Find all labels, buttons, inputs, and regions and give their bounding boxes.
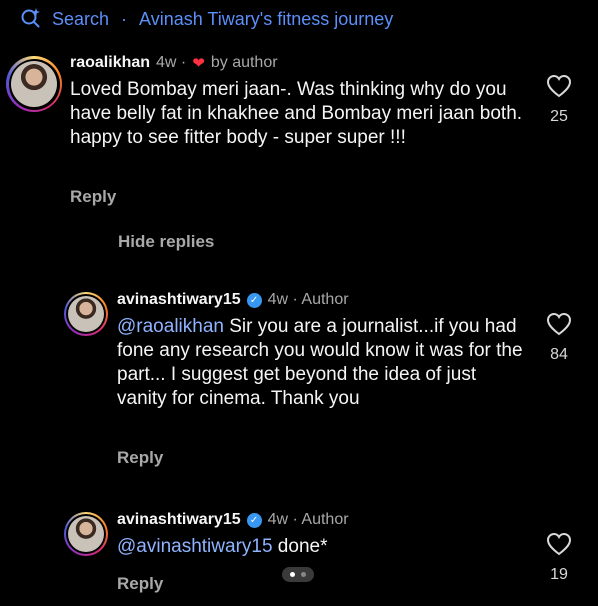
page-dot-icon xyxy=(301,572,306,577)
search-query[interactable]: Avinash Tiwary's fitness journey xyxy=(139,9,393,30)
like-button[interactable]: 19 xyxy=(546,532,572,584)
like-count: 19 xyxy=(550,566,568,583)
avatar-photo xyxy=(68,296,104,332)
comment-text: Loved Bombay meri jaan-. Was thinking wh… xyxy=(70,79,523,148)
search-label: Search xyxy=(52,8,110,29)
reply-comment: avinashtiwary15 ✓ 4w · Author @raoalikha… xyxy=(117,291,527,411)
reply-button[interactable]: Reply xyxy=(117,448,163,468)
avatar[interactable] xyxy=(6,56,62,112)
hide-replies-button[interactable]: Hide replies xyxy=(118,232,214,252)
page-dot-active-icon xyxy=(290,572,295,577)
avatar-photo xyxy=(11,61,57,107)
mention-link[interactable]: @raoalikhan xyxy=(117,316,224,337)
like-button[interactable]: 25 xyxy=(546,74,572,126)
liked-by-author-heart-icon: ❤ xyxy=(192,55,205,72)
heart-outline-icon xyxy=(546,312,572,336)
comment-time: 4w · xyxy=(156,54,187,71)
mention-link[interactable]: @avinashtiwary15 xyxy=(117,536,273,557)
search-separator: · xyxy=(121,8,128,29)
liked-by-author-label: by author xyxy=(210,54,278,71)
reply-button[interactable]: Reply xyxy=(70,187,116,207)
reply-time: 4w · Author xyxy=(267,291,349,308)
verified-badge-icon: ✓ xyxy=(246,512,262,528)
reply-username[interactable]: avinashtiwary15 xyxy=(117,511,241,529)
avatar-photo xyxy=(68,516,104,552)
reply-username[interactable]: avinashtiwary15 xyxy=(117,291,241,309)
reply-text: @avinashtiwary15 done* xyxy=(117,535,527,559)
heart-outline-icon xyxy=(546,74,572,98)
reply-text: @raoalikhan Sir you are a journalist...i… xyxy=(117,315,527,411)
search-sparkle-icon xyxy=(20,6,42,33)
avatar[interactable] xyxy=(64,512,108,556)
comment: raoalikhan 4w · ❤ by author Loved Bombay… xyxy=(70,54,530,150)
avatar[interactable] xyxy=(64,292,108,336)
verified-badge-icon: ✓ xyxy=(246,292,262,308)
like-button[interactable]: 84 xyxy=(546,312,572,364)
reply-text-body: done* xyxy=(272,536,328,557)
search-bar[interactable]: Search · Avinash Tiwary's fitness journe… xyxy=(20,6,393,32)
like-count: 84 xyxy=(550,346,568,363)
reply-button[interactable]: Reply xyxy=(117,574,163,594)
comment-username[interactable]: raoalikhan xyxy=(70,54,150,72)
reply-comment: avinashtiwary15 ✓ 4w · Author @avinashti… xyxy=(117,511,527,559)
reply-time: 4w · Author xyxy=(267,511,349,528)
page-indicator xyxy=(282,567,314,582)
like-count: 25 xyxy=(550,108,568,125)
heart-outline-icon xyxy=(546,532,572,556)
